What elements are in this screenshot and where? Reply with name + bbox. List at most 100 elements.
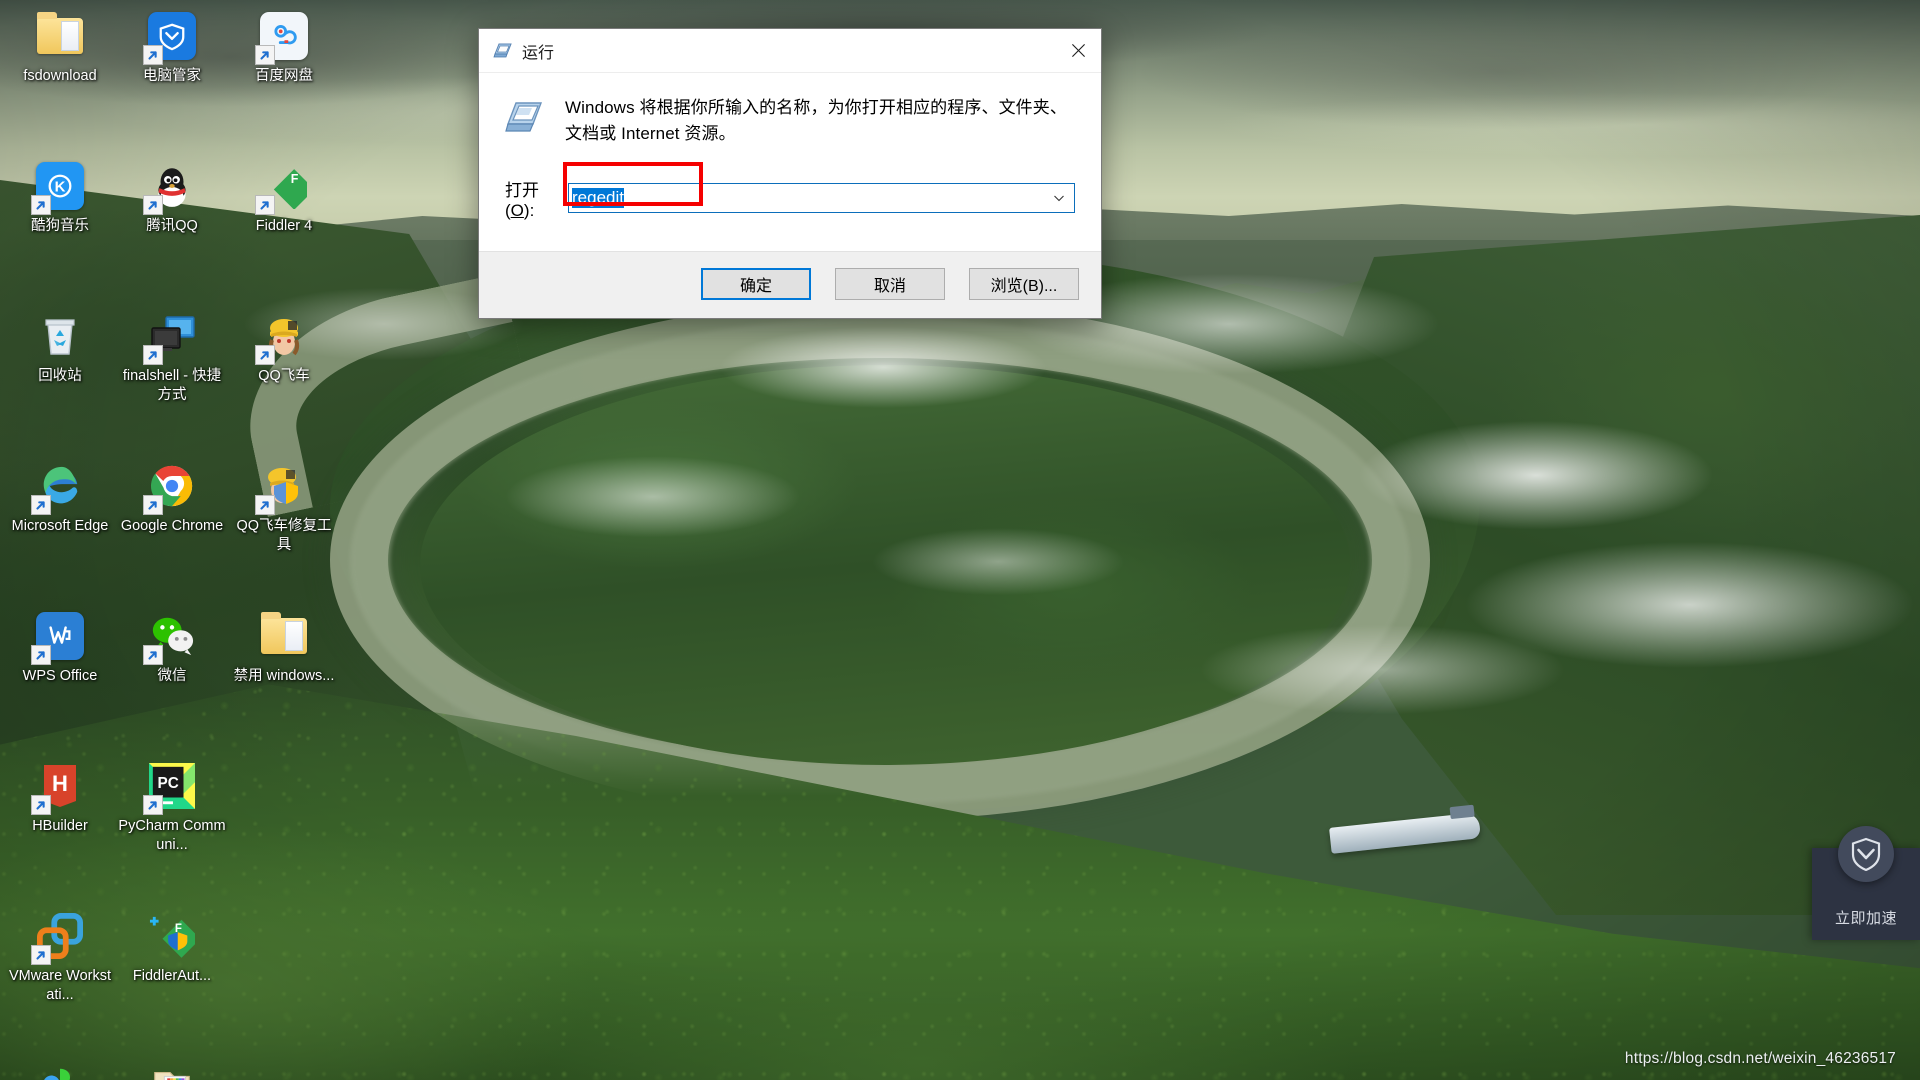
desktop-icon-label: QQ飞车修复工具: [236, 518, 332, 553]
qq-speed-icon: [255, 310, 310, 365]
desktop-icon-google-chrome[interactable]: Google Chrome: [116, 454, 228, 604]
chevron-down-icon[interactable]: [1044, 184, 1074, 212]
desktop-icon-grid: fsdownload 电脑管家 百度网盘 K 酷狗音乐 腾讯QQ F Fiddl…: [4, 4, 340, 1080]
desktop-icon-label: 酷狗音乐: [31, 218, 89, 234]
desktop-icon-label: 电脑管家: [143, 68, 201, 84]
shortcut-arrow-icon: [31, 645, 51, 665]
empty-icon: [258, 1060, 310, 1080]
desktop-icon-recycle-bin[interactable]: 回收站: [4, 304, 116, 454]
shortcut-arrow-icon: [255, 345, 275, 365]
dialog-title: 运行: [522, 44, 555, 62]
folder-icon: [34, 10, 86, 62]
svg-text:PC: PC: [158, 775, 179, 792]
run-window-icon: [493, 41, 513, 61]
shortcut-arrow-icon: [143, 345, 163, 365]
dialog-footer: 确定 取消 浏览(B)...: [479, 250, 1101, 318]
svg-text:K: K: [55, 179, 66, 196]
empty-icon: [258, 910, 310, 962]
desktop-icon-baidu-netdisk[interactable]: 百度网盘: [228, 4, 340, 154]
shortcut-arrow-icon: [31, 945, 51, 965]
desktop-icon-label: VMware Workstati...: [8, 968, 112, 1003]
run-dialog[interactable]: 运行 Windows 将根据你所输入的名称，为你打开相应的程序、文件夹、文档或 …: [478, 28, 1102, 319]
dialog-titlebar[interactable]: 运行: [479, 29, 1101, 73]
desktop-icon-label: 禁用 windows...: [233, 668, 335, 684]
desktop-icon-wps-office[interactable]: WPS Office: [4, 604, 116, 754]
shortcut-arrow-icon: [143, 495, 163, 515]
open-input[interactable]: [569, 185, 1044, 212]
shortcut-arrow-icon: [143, 795, 163, 815]
browse-button[interactable]: 浏览(B)...: [969, 267, 1079, 300]
desktop-icon-microsoft-edge[interactable]: Microsoft Edge: [4, 454, 116, 604]
desktop-icon-label: Fiddler 4: [255, 218, 313, 234]
cancel-button[interactable]: 取消: [835, 267, 945, 300]
shortcut-arrow-icon: [31, 195, 51, 215]
desktop-icon-qq-speed-repair[interactable]: QQ飞车修复工具: [228, 454, 340, 604]
desktop-icon-label: 百度网盘: [255, 68, 313, 84]
recycle-bin-icon: [34, 310, 86, 362]
desktop-icon-label: FiddlerAut...: [132, 968, 212, 984]
desktop-icon-vmware-workstation[interactable]: VMware Workstati...: [4, 904, 116, 1054]
software-manager-icon: [34, 1060, 86, 1080]
desktop-icon-label: 腾讯QQ: [146, 218, 198, 234]
open-field-label: 打开(O):: [505, 180, 539, 220]
kugou-music-icon: K: [31, 160, 86, 215]
float-widget-label: 立即加速: [1834, 910, 1897, 927]
desktop-icon-finalshell[interactable]: finalshell - 快捷方式: [116, 304, 228, 454]
desktop-icon-filerecv[interactable]: FileRecv - 快捷方式: [116, 1054, 228, 1080]
open-combobox[interactable]: [568, 183, 1075, 214]
shortcut-arrow-icon: [143, 195, 163, 215]
desktop-icon-empty-slot: [228, 754, 340, 904]
desktop-icon-label: finalshell - 快捷方式: [122, 368, 222, 403]
hbuilder-icon: H: [31, 760, 86, 815]
desktop[interactable]: fsdownload 电脑管家 百度网盘 K 酷狗音乐 腾讯QQ F Fiddl…: [0, 0, 1920, 1080]
desktop-icon-wechat[interactable]: 微信: [116, 604, 228, 754]
shield-icon[interactable]: [1838, 826, 1894, 882]
desktop-icon-tencent-pc-manager[interactable]: 电脑管家: [116, 4, 228, 154]
shortcut-arrow-icon: [255, 45, 275, 65]
wallpaper-barge: [1329, 812, 1481, 854]
desktop-icon-kugou-music[interactable]: K 酷狗音乐: [4, 154, 116, 304]
shortcut-arrow-icon: [143, 645, 163, 665]
dialog-description: Windows 将根据你所输入的名称，为你打开相应的程序、文件夹、文档或 Int…: [565, 98, 1067, 144]
desktop-icon-empty-slot: [228, 1054, 340, 1080]
shortcut-arrow-icon: [255, 195, 275, 215]
desktop-icon-fiddler4[interactable]: F Fiddler 4: [228, 154, 340, 304]
wallpaper-peninsula: [420, 365, 1350, 765]
desktop-icon-hbuilder[interactable]: H HBuilder: [4, 754, 116, 904]
tencent-pc-manager-icon: [143, 10, 198, 65]
desktop-icon-software-manager[interactable]: 软件管理: [4, 1054, 116, 1080]
desktop-icon-label: Google Chrome: [120, 518, 224, 534]
empty-icon: [258, 760, 310, 812]
wps-office-icon: [31, 610, 86, 665]
desktop-icon-fsdownload[interactable]: fsdownload: [4, 4, 116, 154]
desktop-icon-label: PyCharm Communi...: [118, 818, 226, 853]
shortcut-arrow-icon: [143, 45, 163, 65]
desktop-icon-pycharm[interactable]: PC PyCharm Communi...: [116, 754, 228, 904]
desktop-icon-tencent-qq[interactable]: 腾讯QQ: [116, 154, 228, 304]
desktop-icon-qq-speed[interactable]: QQ飞车: [228, 304, 340, 454]
dialog-open-row: 打开(O):: [505, 161, 1075, 221]
dialog-description-row: Windows 将根据你所输入的名称，为你打开相应的程序、文件夹、文档或 Int…: [505, 95, 1075, 148]
ok-button[interactable]: 确定: [701, 267, 811, 300]
desktop-icon-disable-windows[interactable]: 禁用 windows...: [228, 604, 340, 754]
close-icon[interactable]: [1055, 29, 1101, 72]
desktop-icon-fiddler-auth[interactable]: F FiddlerAut...: [116, 904, 228, 1054]
google-chrome-icon: [143, 460, 198, 515]
pc-manager-float-widget[interactable]: 立即加速: [1812, 826, 1920, 940]
baidu-netdisk-icon: [255, 10, 310, 65]
svg-text:F: F: [291, 172, 299, 186]
desktop-icon-empty-slot: [228, 904, 340, 1054]
shortcut-arrow-icon: [31, 495, 51, 515]
folder-icon: [258, 610, 310, 662]
vmware-workstation-icon: [31, 910, 86, 965]
desktop-icon-label: QQ飞车: [258, 368, 310, 384]
desktop-icon-label: Microsoft Edge: [11, 518, 109, 534]
shortcut-arrow-icon: [31, 795, 51, 815]
tencent-qq-icon: [143, 160, 198, 215]
desktop-icon-label: HBuilder: [32, 818, 88, 834]
fiddler-auth-icon: F: [146, 910, 198, 962]
shortcut-arrow-icon: [255, 495, 275, 515]
desktop-icon-label: 回收站: [38, 368, 82, 384]
run-program-icon: [505, 97, 545, 137]
fiddler-icon: F: [255, 160, 310, 215]
